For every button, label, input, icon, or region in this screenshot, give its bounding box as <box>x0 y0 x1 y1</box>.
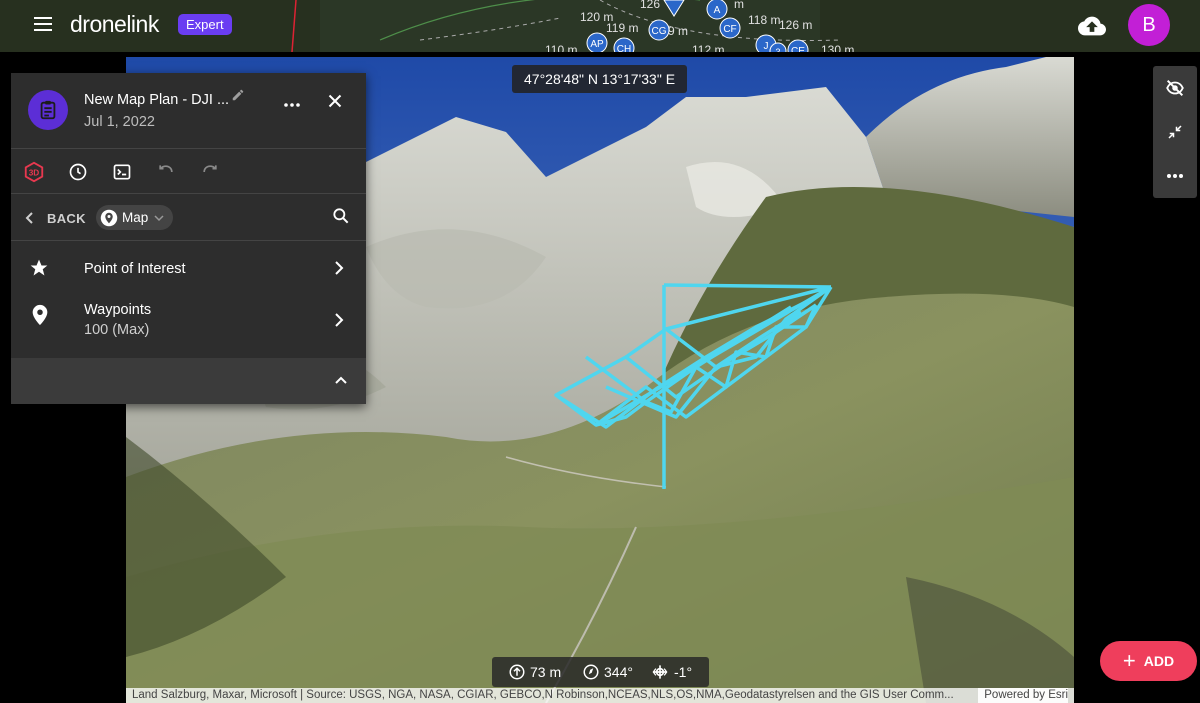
menu-icon[interactable] <box>30 13 56 39</box>
svg-text:AP: AP <box>590 39 604 50</box>
chevron-right-icon <box>331 260 349 278</box>
altitude-value: 73 m <box>530 664 562 680</box>
collapse-icon[interactable] <box>1153 110 1197 154</box>
search-icon[interactable] <box>331 206 355 230</box>
powered-by-link[interactable]: Powered by Esri <box>978 688 1068 703</box>
add-button-label: ADD <box>1143 653 1175 669</box>
arrow-up-circle-icon <box>509 664 525 680</box>
list-item-point-of-interest[interactable]: Point of Interest <box>11 242 366 296</box>
back-button[interactable]: BACK <box>25 207 86 229</box>
more-horizontal-icon[interactable] <box>1153 154 1197 198</box>
list-item-waypoints[interactable]: Waypoints 100 (Max) <box>11 296 366 358</box>
gimbal-icon <box>652 665 668 679</box>
panel-footer <box>11 358 366 404</box>
clipboard-icon <box>28 90 68 130</box>
chevron-down-icon <box>154 214 164 221</box>
topbar-map-label: 126 <box>640 0 660 11</box>
context-selector[interactable]: Map <box>96 205 173 230</box>
list-item-title: Waypoints <box>84 302 152 318</box>
chevron-right-icon <box>331 312 349 330</box>
view-3d-icon[interactable]: 3D <box>21 159 47 185</box>
map-attribution: Land Salzburg, Maxar, Microsoft | Source… <box>126 688 1074 703</box>
heading-readout: 344° <box>582 657 633 687</box>
gimbal-readout: -1° <box>650 657 692 687</box>
star-icon <box>29 258 51 280</box>
panel-header: New Map Plan - DJI ... Jul 1, 2022 <box>11 73 366 149</box>
visibility-off-icon[interactable] <box>1153 66 1197 110</box>
close-icon[interactable] <box>324 90 350 116</box>
map-marker[interactable]: A <box>706 0 728 20</box>
top-app-bar: 120 m 119 m 110 m 112 m 118 m 126 m 130 … <box>0 0 1200 52</box>
topbar-map-label: 118 m <box>748 13 780 27</box>
plus-icon: + <box>1122 648 1136 673</box>
svg-text:CE: CE <box>791 46 805 52</box>
terminal-icon[interactable] <box>109 159 135 185</box>
topbar-map-label: 9 m <box>668 24 688 38</box>
back-label: BACK <box>47 210 86 226</box>
svg-text:3: 3 <box>775 47 780 52</box>
list-item-title: Point of Interest <box>84 261 186 277</box>
svg-text:J: J <box>764 41 769 52</box>
topbar-map-label: 110 m <box>545 43 577 52</box>
svg-text:3D: 3D <box>29 169 40 178</box>
heading-value: 344° <box>604 664 633 680</box>
plan-panel: New Map Plan - DJI ... Jul 1, 2022 3D BA… <box>11 73 366 404</box>
map-pin-icon <box>100 209 118 226</box>
add-button[interactable]: + ADD <box>1100 641 1197 681</box>
pencil-icon[interactable] <box>231 88 247 104</box>
plan-date: Jul 1, 2022 <box>84 114 155 130</box>
plan-title: New Map Plan - DJI ... <box>84 92 230 108</box>
svg-text:CF: CF <box>723 24 736 35</box>
topbar-map-label: 130 m <box>821 43 854 52</box>
cloud-upload-icon[interactable] <box>1078 12 1106 40</box>
panel-nav-row: BACK Map <box>11 195 366 241</box>
coordinates-readout: 47°28'48" N 13°17'33" E <box>512 65 688 93</box>
gimbal-value: -1° <box>674 664 693 680</box>
list-item-subtitle: 100 (Max) <box>84 322 150 338</box>
plan-toolbar: 3D <box>11 150 366 194</box>
topbar-map-label: 119 m <box>606 21 638 35</box>
avatar[interactable]: B <box>1128 4 1170 46</box>
map-marker[interactable]: CG <box>648 19 670 41</box>
brand-logo[interactable]: dronelink <box>70 11 159 38</box>
topbar-map-label: 112 m <box>692 43 724 52</box>
map-marker[interactable]: AP <box>586 32 608 52</box>
svg-text:CG: CG <box>652 26 667 37</box>
telemetry-bar: 73 m 344° -1° <box>492 657 709 687</box>
svg-text:CH: CH <box>617 44 631 52</box>
map-marker[interactable]: CF <box>719 17 741 39</box>
clock-icon[interactable] <box>65 159 91 185</box>
undo-icon[interactable] <box>153 159 179 185</box>
compass-icon <box>583 664 599 680</box>
svg-text:A: A <box>714 5 721 16</box>
topbar-map-label: 126 m <box>779 18 812 32</box>
map-tools <box>1153 66 1197 198</box>
altitude-readout: 73 m <box>508 657 561 687</box>
more-options-icon[interactable] <box>279 91 305 117</box>
redo-icon[interactable] <box>197 159 223 185</box>
attribution-text: Land Salzburg, Maxar, Microsoft | Source… <box>132 689 954 701</box>
map-pin-icon <box>29 304 51 326</box>
chevron-up-icon[interactable] <box>333 372 351 390</box>
context-label: Map <box>122 210 149 225</box>
chevron-left-icon <box>25 212 33 224</box>
topbar-map-label: m <box>734 0 744 11</box>
plan-badge: Expert <box>178 14 232 35</box>
